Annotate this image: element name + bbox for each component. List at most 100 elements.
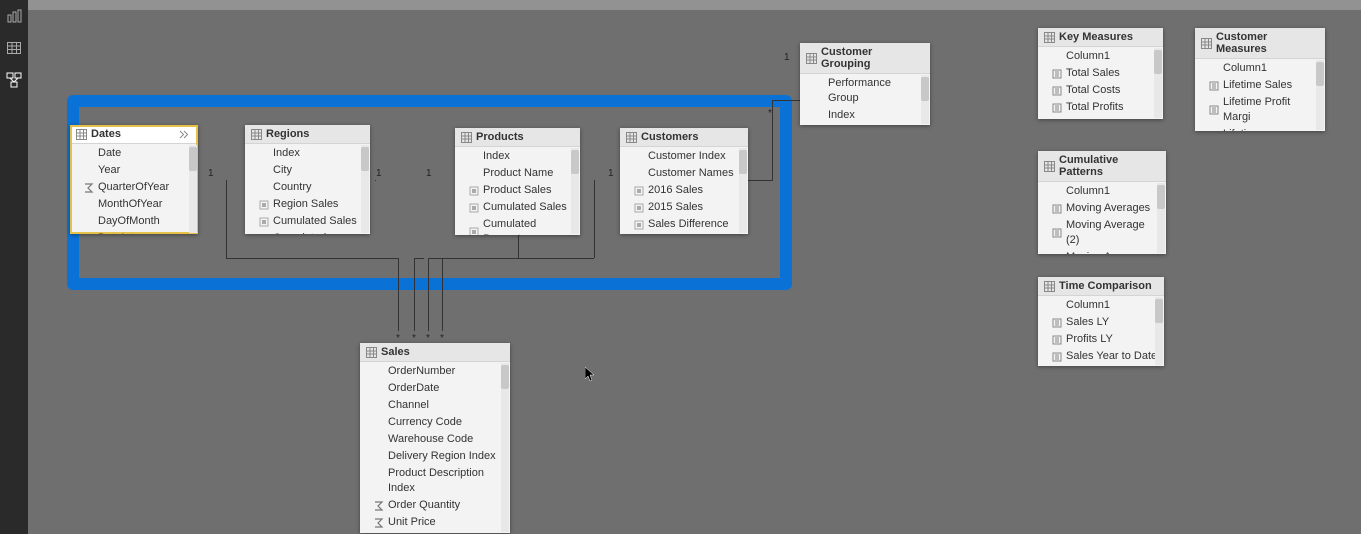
field-row[interactable]: Lifetime Transactions <box>1195 126 1325 131</box>
data-view-icon[interactable] <box>4 38 24 58</box>
scrollbar[interactable] <box>739 148 747 233</box>
field-row[interactable]: Product Name <box>455 165 580 182</box>
table-customer_measures[interactable]: Customer MeasuresColumn1Lifetime SalesLi… <box>1195 28 1325 131</box>
relationship-line[interactable] <box>594 180 595 258</box>
field-row[interactable]: Cumulated Percenta <box>455 216 580 235</box>
scrollbar[interactable] <box>361 145 369 233</box>
table-sales[interactable]: SalesOrderNumberOrderDateChannelCurrency… <box>360 343 510 533</box>
scrollbar[interactable] <box>1154 48 1162 118</box>
scrollbar[interactable] <box>1157 183 1165 253</box>
field-row[interactable]: Product Sales <box>455 182 580 199</box>
relationship-line[interactable] <box>414 258 415 331</box>
field-row[interactable]: Total Transactions <box>1038 116 1163 119</box>
field-row[interactable]: Total Sales <box>1038 65 1163 82</box>
table-header[interactable]: Products <box>455 128 580 147</box>
scrollbar-thumb[interactable] <box>1154 50 1162 74</box>
field-row[interactable]: OrderNumber <box>360 363 510 380</box>
relationship-line[interactable] <box>442 258 594 259</box>
table-customers[interactable]: CustomersCustomer IndexCustomer Names201… <box>620 128 748 234</box>
scrollbar[interactable] <box>189 145 197 233</box>
field-row[interactable]: Sales Difference <box>620 216 748 233</box>
field-row[interactable]: Customer Names <box>620 165 748 182</box>
relationship-line[interactable] <box>442 258 443 331</box>
scrollbar-thumb[interactable] <box>189 147 197 171</box>
scrollbar[interactable] <box>921 75 929 124</box>
table-header[interactable]: Dates <box>70 125 198 144</box>
field-row[interactable]: Currency Code <box>360 414 510 431</box>
field-row[interactable]: Index <box>455 148 580 165</box>
scrollbar-thumb[interactable] <box>571 150 579 174</box>
table-header[interactable]: Sales <box>360 343 510 362</box>
field-row[interactable]: Region Sales <box>245 196 370 213</box>
table-header[interactable]: Customer Measures <box>1195 28 1325 59</box>
relationship-line[interactable] <box>748 180 772 181</box>
field-row[interactable]: City <box>245 162 370 179</box>
field-row[interactable]: Warehouse Code <box>360 431 510 448</box>
relationship-line[interactable] <box>375 180 376 181</box>
field-row[interactable]: MonthOfYear <box>70 196 198 213</box>
report-view-icon[interactable] <box>4 6 24 26</box>
relationship-line[interactable] <box>772 100 800 101</box>
field-row[interactable]: Line Total <box>360 531 510 533</box>
table-key_measures[interactable]: Key MeasuresColumn1Total SalesTotal Cost… <box>1038 28 1163 119</box>
relationship-line[interactable] <box>398 258 399 331</box>
field-row[interactable]: 2016 Sales <box>620 182 748 199</box>
field-row[interactable]: Moving Averages <box>1038 200 1166 217</box>
scrollbar-thumb[interactable] <box>739 150 747 174</box>
field-row[interactable]: QuarterOfYear <box>70 179 198 196</box>
relationship-line[interactable] <box>414 258 424 259</box>
scrollbar-thumb[interactable] <box>1157 185 1165 209</box>
table-header[interactable]: Key Measures <box>1038 28 1163 47</box>
field-row[interactable]: Column1 <box>1038 297 1164 314</box>
table-products[interactable]: ProductsIndexProduct NameProduct SalesCu… <box>455 128 580 235</box>
scrollbar[interactable] <box>1316 60 1324 130</box>
model-diagram-canvas[interactable]: 1 1 1 1 1 * * * * * DatesDateYearQuarter… <box>28 0 1361 534</box>
field-row[interactable]: Cumulated Percenta <box>245 230 370 234</box>
scrollbar-thumb[interactable] <box>1155 299 1163 323</box>
table-header[interactable]: Customers <box>620 128 748 147</box>
table-header[interactable]: Regions <box>245 125 370 144</box>
scrollbar[interactable] <box>501 363 509 532</box>
field-row[interactable]: Unit Price <box>360 514 510 531</box>
field-row[interactable]: Customer Index <box>620 148 748 165</box>
scrollbar-thumb[interactable] <box>921 77 929 101</box>
field-row[interactable]: DayOfMonth <box>70 213 198 230</box>
scrollbar-thumb[interactable] <box>1316 62 1324 86</box>
field-row[interactable]: Total Profits <box>1038 99 1163 116</box>
table-time_comparison[interactable]: Time ComparisonColumn1Sales LYProfits LY… <box>1038 277 1164 366</box>
field-row[interactable]: Lifetime Profit Margi <box>1195 94 1325 126</box>
field-row[interactable]: Delivery Region Index <box>360 448 510 465</box>
field-row[interactable]: Channel <box>360 397 510 414</box>
relationship-line[interactable] <box>772 100 773 181</box>
table-header[interactable]: Customer Grouping <box>800 43 930 74</box>
field-row[interactable]: DateInt <box>70 230 198 234</box>
relationship-line[interactable] <box>226 258 398 259</box>
field-row[interactable]: Order Quantity <box>360 497 510 514</box>
field-row[interactable]: 2015 Sales <box>620 199 748 216</box>
table-dates[interactable]: DatesDateYearQuarterOfYearMonthOfYearDay… <box>70 125 198 234</box>
field-row[interactable]: Sales Year to Date <box>1038 348 1164 365</box>
table-regions[interactable]: RegionsIndexCityCountryRegion SalesCumul… <box>245 125 370 234</box>
field-row[interactable]: Cumulated Sales <box>455 199 580 216</box>
table-cumulative_patterns[interactable]: Cumulative PatternsColumn1Moving Average… <box>1038 151 1166 254</box>
field-row[interactable]: Index <box>245 145 370 162</box>
relationship-line[interactable] <box>428 258 429 331</box>
field-row[interactable]: Column1 <box>1038 183 1166 200</box>
field-row[interactable]: Moving Average (No <box>1038 249 1166 254</box>
scrollbar-thumb[interactable] <box>361 147 369 171</box>
field-row[interactable]: Performance Group <box>800 75 930 107</box>
field-row[interactable]: Year <box>70 162 198 179</box>
field-row[interactable]: Total Costs <box>1038 82 1163 99</box>
field-row[interactable]: Lifetime Sales <box>1195 77 1325 94</box>
field-row[interactable]: Product Description Index <box>360 465 510 497</box>
field-row[interactable]: Country <box>245 179 370 196</box>
field-row[interactable]: Cumulated Sales <box>245 213 370 230</box>
scrollbar-thumb[interactable] <box>501 365 509 389</box>
table-header[interactable]: Time Comparison <box>1038 277 1164 296</box>
table-customer_grouping[interactable]: Customer GroupingPerformance GroupIndex <box>800 43 930 125</box>
field-row[interactable]: Profits LY <box>1038 331 1164 348</box>
model-view-icon[interactable] <box>4 70 24 90</box>
field-row[interactable]: Index <box>800 107 930 124</box>
table-header[interactable]: Cumulative Patterns <box>1038 151 1166 182</box>
relationship-line[interactable] <box>226 180 227 258</box>
